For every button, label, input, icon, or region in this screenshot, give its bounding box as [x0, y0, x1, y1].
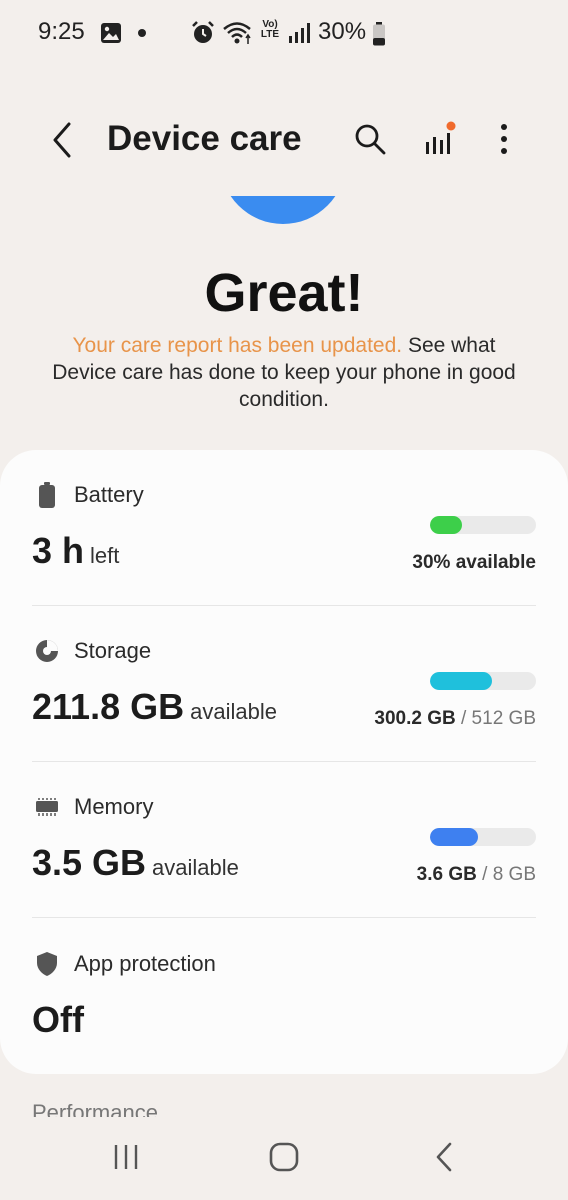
home-button[interactable] [262, 1138, 306, 1176]
alarm-icon [190, 20, 216, 51]
gallery-icon [100, 22, 122, 49]
search-button[interactable] [348, 117, 392, 161]
hero-title: Great! [204, 263, 364, 323]
storage-value: 211.8 GB available [32, 686, 277, 728]
battery-header: Battery [32, 480, 144, 510]
storage-usage-fill [430, 672, 493, 690]
performance-section-label: Performance [32, 1100, 158, 1117]
signal-icon [288, 22, 312, 49]
memory-usage-bar [430, 828, 536, 846]
battery-level-bar [430, 516, 536, 534]
memory-row[interactable]: Memory 3.5 GB available 3.6 GB / 8 GB [32, 792, 536, 922]
app-protection-value: Off [32, 999, 84, 1041]
bar-chart-icon [426, 121, 456, 154]
storage-header: Storage [32, 636, 151, 666]
back-button[interactable] [42, 115, 82, 165]
app-protection-label: App protection [74, 951, 216, 976]
divider [32, 761, 536, 762]
battery-level-fill [430, 516, 462, 534]
chevron-left-icon [53, 122, 71, 158]
battery-icon [32, 480, 62, 510]
divider [32, 605, 536, 606]
memory-used-text: 3.6 GB [416, 864, 477, 885]
shield-icon [32, 949, 62, 979]
notification-dot-icon [138, 29, 146, 37]
memory-usage-fill [430, 828, 478, 846]
memory-chip-icon [32, 792, 62, 822]
battery-available-text: 30% available [412, 552, 536, 573]
app-protection-row[interactable]: App protection Off [32, 949, 536, 1049]
app-protection-header: App protection [32, 949, 216, 979]
battery-label: Battery [74, 482, 144, 507]
reports-button[interactable] [418, 117, 462, 161]
back-arrow-icon [436, 1142, 452, 1172]
navigation-bar [0, 1118, 568, 1200]
memory-header: Memory [32, 792, 153, 822]
more-vertical-icon [501, 124, 507, 154]
hero-description: Your care report has been updated. See w… [40, 332, 528, 413]
storage-row[interactable]: Storage 211.8 GB available 300.2 GB / 512… [32, 636, 536, 766]
app-protection-status: Off [32, 999, 84, 1040]
memory-meta: 3.6 GB / 8 GB [417, 864, 536, 886]
page-title: Device care [107, 119, 302, 158]
wifi-icon [222, 20, 252, 51]
volte-bottom-text: LTE [260, 29, 280, 40]
volte-icon: Vo) LTE [258, 20, 282, 40]
storage-available-value: 211.8 GB [32, 686, 185, 727]
divider [32, 917, 536, 918]
battery-status-icon [372, 22, 386, 51]
memory-value: 3.5 GB available [32, 842, 239, 884]
app-bar: Device care [0, 105, 568, 180]
storage-usage-bar [430, 672, 536, 690]
memory-available-value: 3.5 GB [32, 842, 147, 883]
more-options-button[interactable] [482, 117, 526, 161]
recents-button[interactable] [104, 1138, 148, 1176]
storage-label: Storage [74, 638, 152, 663]
device-care-card: Battery 3 h left 30% available Storage 21… [0, 450, 568, 1074]
search-icon [355, 124, 386, 155]
care-report-link[interactable]: Your care report has been updated. [72, 334, 402, 357]
device-care-screen: 9:25 Vo) LTE 30% Device care Great! Your… [0, 0, 568, 1200]
battery-meta: 30% available [412, 552, 536, 574]
storage-used-text: 300.2 GB [374, 708, 456, 729]
status-arc-graphic [220, 196, 346, 226]
battery-time-value: 3 h [32, 530, 85, 571]
recents-icon [114, 1145, 138, 1169]
storage-total-text: / 512 GB [455, 708, 536, 729]
battery-percent-text: 30% [318, 18, 367, 45]
status-bar: 9:25 Vo) LTE 30% [0, 0, 568, 70]
battery-value: 3 h left [32, 530, 119, 572]
memory-available-suffix: available [152, 855, 239, 880]
battery-time-suffix: left [90, 543, 120, 568]
memory-label: Memory [74, 794, 154, 819]
storage-meta: 300.2 GB / 512 GB [374, 708, 536, 730]
battery-row[interactable]: Battery 3 h left 30% available [32, 480, 536, 610]
home-icon [269, 1142, 299, 1172]
storage-pie-icon [32, 636, 62, 666]
storage-available-suffix: available [190, 699, 277, 724]
system-back-button[interactable] [422, 1138, 466, 1176]
status-time: 9:25 [38, 18, 85, 45]
memory-total-text: / 8 GB [476, 864, 536, 885]
